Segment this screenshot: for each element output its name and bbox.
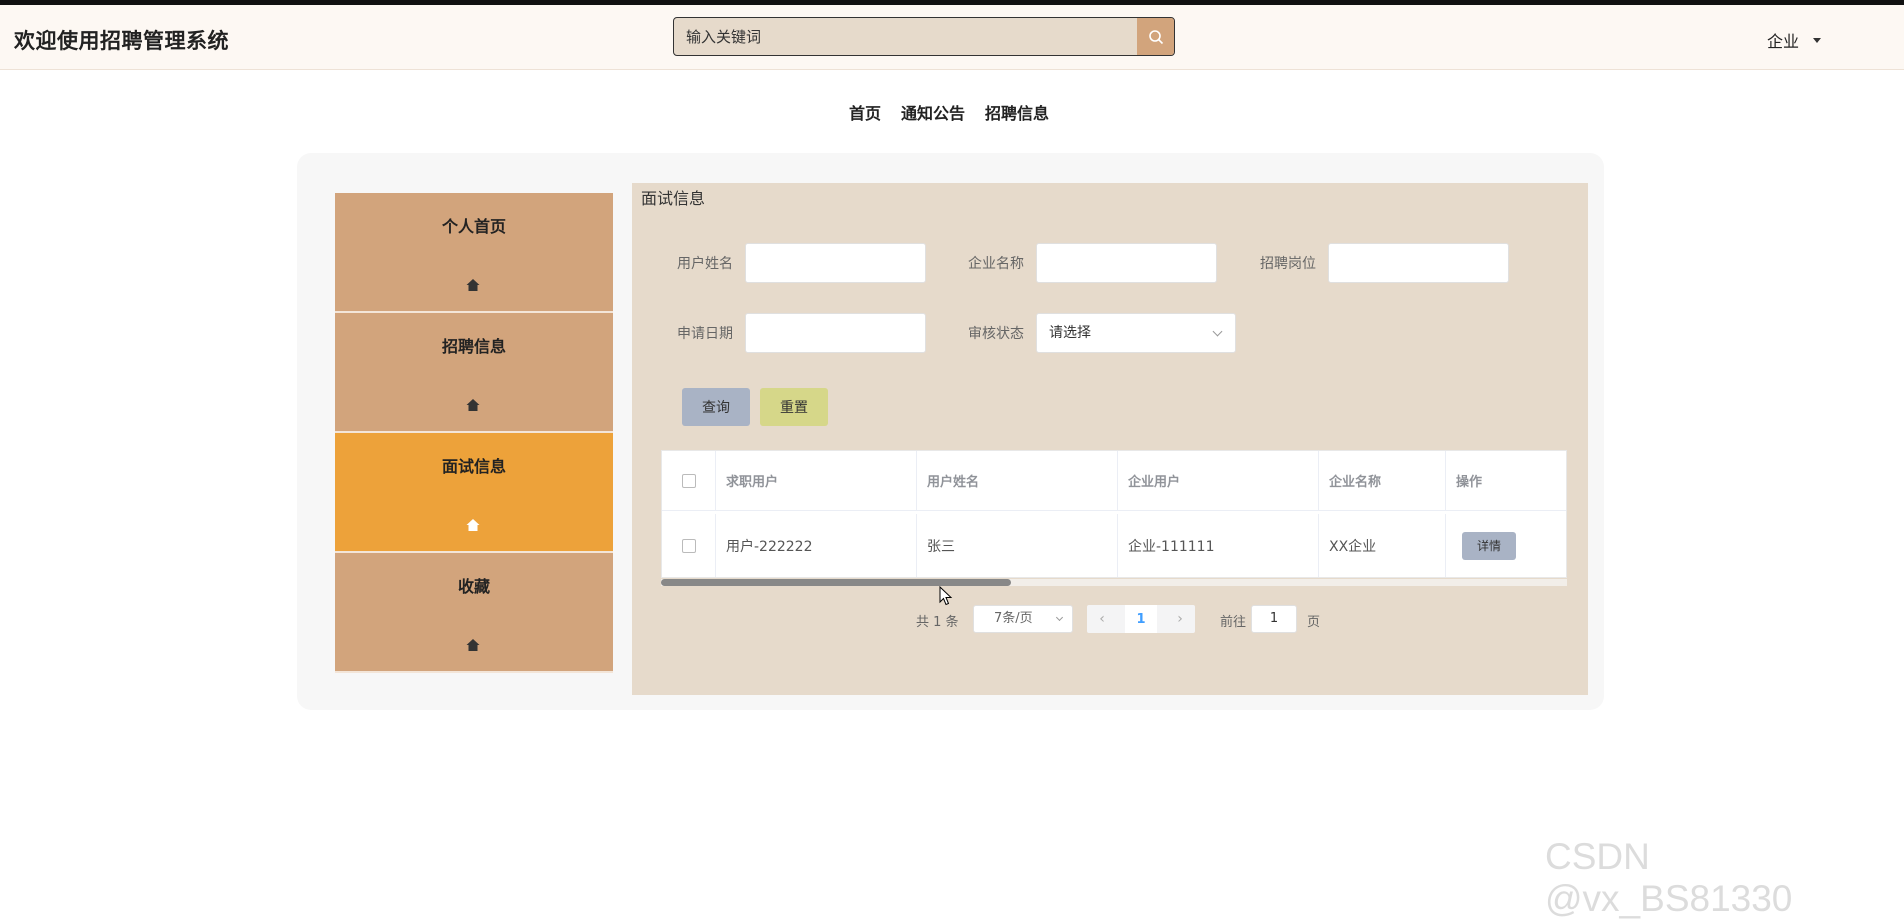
home-icon [466,639,480,651]
row-select-cell [662,514,716,577]
caret-down-icon [1813,37,1822,43]
search-box [673,17,1175,56]
apply-date-input[interactable] [745,313,926,353]
chevron-down-icon [1055,613,1064,622]
search-button[interactable] [1137,18,1174,55]
home-icon [466,399,480,411]
sidebar-item-recruitment[interactable]: 招聘信息 [335,313,613,433]
scrollbar-thumb[interactable] [661,579,1011,586]
page-title: 面试信息 [641,189,706,208]
user-label: 企业 [1767,32,1800,51]
sidebar-item-label: 个人首页 [441,217,506,236]
column-header: 企业名称 [1319,451,1446,510]
sidebar: 个人首页 招聘信息 面试信息 收藏 [335,193,613,673]
pager-nav: ‹ 1 › [1087,605,1195,633]
page-size-value: 7条/页 [994,611,1033,626]
watermark: CSDN @vx_BS81330 [1545,836,1793,919]
review-status-label: 审核状态 [968,326,1024,342]
row-checkbox[interactable] [681,538,696,553]
query-button[interactable]: 查询 [682,388,750,426]
nav-item-home[interactable]: 首页 [849,100,881,124]
username-label: 用户姓名 [677,256,733,272]
home-icon [466,519,480,531]
table-header-row: 求职用户 用户姓名 企业用户 企业名称 操作 [662,451,1566,511]
search-icon [1148,29,1163,44]
search-input[interactable] [674,18,1137,55]
app-title: 欢迎使用招聘管理系统 [14,29,229,53]
content-area: 面试信息 用户姓名 企业名称 招聘岗位 申请日期 审核状态 请选择 查询 重置 … [632,183,1588,695]
nav-item-notices[interactable]: 通知公告 [901,100,965,124]
chevron-left-icon[interactable]: ‹ [1087,605,1117,633]
select-all-checkbox[interactable] [681,473,696,488]
interview-table: 求职用户 用户姓名 企业用户 企业名称 操作 用户-222222 张三 企业-1… [661,450,1567,578]
select-all-cell [662,451,716,510]
column-header: 用户姓名 [917,451,1118,510]
cell-company-user: 企业-111111 [1118,514,1319,577]
review-status-value: 请选择 [1049,325,1091,341]
mouse-cursor-icon [939,586,953,606]
position-input[interactable] [1328,243,1509,283]
header: 欢迎使用招聘管理系统 企业 [0,5,1904,70]
sidebar-item-personal-home[interactable]: 个人首页 [335,193,613,313]
sidebar-item-label: 招聘信息 [441,337,506,356]
username-input[interactable] [745,243,926,283]
table-row: 用户-222222 张三 企业-111111 XX企业 详情 [662,514,1566,577]
sidebar-item-label: 面试信息 [441,457,506,476]
home-icon [466,279,480,291]
sidebar-item-favorites[interactable]: 收藏 [335,553,613,673]
column-header: 求职用户 [716,451,917,510]
column-header: 企业用户 [1118,451,1319,510]
goto-suffix: 页 [1307,615,1321,630]
review-status-select[interactable]: 请选择 [1036,313,1236,353]
current-page[interactable]: 1 [1125,605,1157,633]
table-horizontal-scrollbar[interactable] [661,579,1567,586]
sidebar-item-label: 收藏 [457,577,490,596]
chevron-right-icon[interactable]: › [1165,605,1195,633]
company-name-label: 企业名称 [968,256,1024,272]
apply-date-label: 申请日期 [677,326,733,342]
chevron-down-icon [1212,326,1223,337]
nav-item-recruitment[interactable]: 招聘信息 [985,100,1049,124]
position-label: 招聘岗位 [1260,256,1316,272]
company-name-input[interactable] [1036,243,1217,283]
cell-job-user: 用户-222222 [716,514,917,577]
goto-label: 前往 [1220,615,1247,630]
cell-username: 张三 [917,514,1118,577]
page-size-select[interactable]: 7条/页 [973,605,1073,633]
detail-button[interactable]: 详情 [1462,531,1516,560]
pagination: 共 1 条 7条/页 ‹ 1 › 前往 1 页 [632,605,1588,635]
goto-page-input[interactable]: 1 [1251,605,1297,633]
pagination-total: 共 1 条 [916,615,959,630]
main-nav: 首页 通知公告 招聘信息 [849,100,1049,124]
cell-actions: 详情 [1446,514,1566,577]
column-header: 操作 [1456,475,1483,490]
cell-company-name: XX企业 [1319,514,1446,577]
user-menu[interactable]: 企业 [1767,28,1822,52]
sidebar-item-interviews[interactable]: 面试信息 [335,433,613,553]
reset-button[interactable]: 重置 [760,388,828,426]
